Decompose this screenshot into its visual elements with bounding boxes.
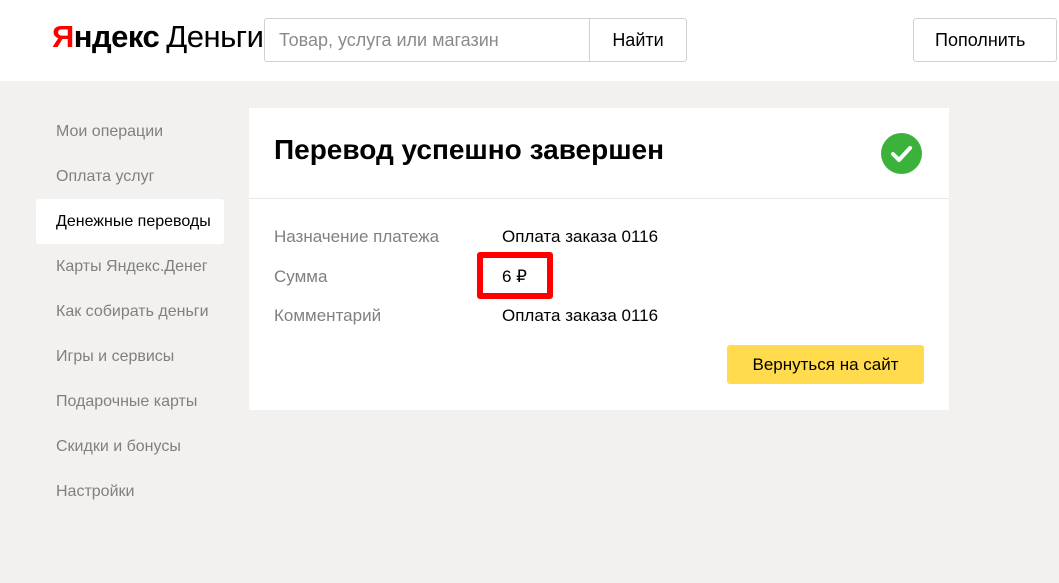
sidebar-item-fundraising[interactable]: Как собирать деньги: [36, 289, 224, 334]
search-button[interactable]: Найти: [589, 18, 687, 62]
card-header: Перевод успешно завершен: [249, 108, 949, 199]
sidebar-item-gift-cards[interactable]: Подарочные карты: [36, 379, 224, 424]
check-circle-icon: [881, 133, 922, 174]
sidebar-item-services-payment[interactable]: Оплата услуг: [36, 154, 224, 199]
page-title: Перевод успешно завершен: [274, 134, 665, 165]
transfer-result-card: Перевод успешно завершен Назначение плат…: [249, 108, 949, 410]
search-bar: Найти: [264, 18, 687, 62]
detail-label: Комментарий: [274, 306, 382, 325]
sidebar-item-settings[interactable]: Настройки: [36, 469, 224, 514]
amount-highlight-box: [477, 252, 553, 299]
top-header: ЯндексДеньги Найти Пополнить: [0, 0, 1059, 81]
return-to-site-button[interactable]: Вернуться на сайт: [727, 345, 924, 384]
sidebar-item-cards[interactable]: Карты Яндекс.Денег: [36, 244, 224, 289]
search-input[interactable]: [264, 18, 589, 62]
sidebar-nav: Мои операции Оплата услуг Денежные перев…: [36, 109, 224, 514]
topup-button[interactable]: Пополнить: [913, 18, 1057, 62]
detail-label: Сумма: [274, 267, 328, 286]
yandex-money-logo[interactable]: Яндекс Деньги: [52, 17, 264, 57]
sidebar-item-games-services[interactable]: Игры и сервисы: [36, 334, 224, 379]
sidebar-item-money-transfers[interactable]: Денежные переводы: [36, 199, 224, 244]
logo-dengi-text: Деньги: [166, 19, 264, 54]
detail-value: Оплата заказа 0116: [502, 227, 659, 246]
logo-yandex-text: ндекс: [73, 19, 160, 54]
sidebar-item-operations[interactable]: Мои операции: [36, 109, 224, 154]
detail-label: Назначение платежа: [274, 227, 440, 246]
logo-ya-letter: Я: [52, 19, 74, 54]
detail-value: Оплата заказа 0116: [502, 306, 659, 325]
sidebar-item-discounts-bonuses[interactable]: Скидки и бонусы: [36, 424, 224, 469]
